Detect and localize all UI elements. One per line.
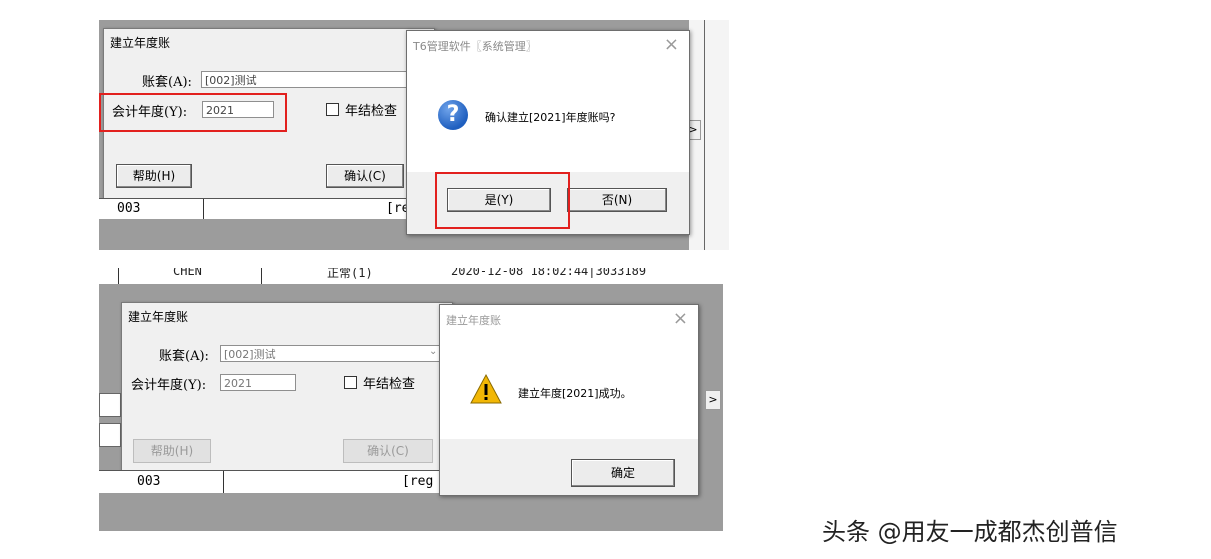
- table-row: 003 [re: [99, 198, 429, 219]
- question-icon: ?: [438, 100, 468, 130]
- year-check-label: 年结检查: [363, 377, 416, 392]
- message-text: 确认建立[2021]年度账吗?: [485, 111, 616, 124]
- background-window-border: [704, 20, 705, 250]
- year-highlight-box: [99, 93, 287, 132]
- top-screenshot: > 建立年度账 账套(A): [002]测试 会计年度(Y): 2021 年结检…: [99, 20, 729, 250]
- table-row: [99, 393, 121, 417]
- message-text: 建立年度[2021]成功。: [518, 387, 632, 400]
- table-divider: [203, 199, 204, 219]
- table-cell-id: 003: [117, 201, 141, 216]
- table-row: 003 [reg: [99, 470, 449, 493]
- strip-user: CHEN: [173, 268, 202, 278]
- account-select[interactable]: [002]测试: [201, 71, 434, 88]
- dialog-title: 建立年度账: [110, 36, 171, 50]
- account-label: 账套(A):: [142, 75, 192, 90]
- table-divider: [223, 471, 224, 493]
- year-check-checkbox[interactable]: [326, 103, 339, 116]
- message-title: T6管理软件〖系统管理〗: [413, 40, 537, 53]
- strip-datetime: 2020-12-08 18:02:44|3033189: [451, 268, 647, 278]
- warning-icon: [470, 373, 502, 404]
- create-year-account-dialog: 建立年度账 账套(A): [002]测试 ⌄ 会计年度(Y): 2021 年结检…: [121, 302, 453, 472]
- help-button[interactable]: 帮助(H): [116, 164, 192, 188]
- table-cell-name: [reg: [402, 474, 434, 489]
- watermark-text: 头条 @用友一成都杰创普信: [822, 518, 1118, 546]
- year-check-checkbox[interactable]: [344, 376, 357, 389]
- year-check-label: 年结检查: [345, 104, 398, 119]
- message-title: 建立年度账: [446, 314, 501, 327]
- confirm-button[interactable]: 确认(C): [343, 439, 433, 463]
- help-button[interactable]: 帮助(H): [133, 439, 211, 463]
- strip-status: 正常(1): [327, 268, 373, 280]
- success-message-box: 建立年度账 × 建立年度[2021]成功。 确定: [439, 304, 699, 496]
- strip-divider: [118, 268, 119, 284]
- account-select[interactable]: [002]测试: [220, 345, 440, 362]
- dialog-title: 建立年度账: [128, 310, 189, 324]
- close-icon[interactable]: ×: [673, 308, 688, 329]
- table-row: [99, 423, 121, 447]
- year-label: 会计年度(Y):: [131, 378, 207, 393]
- close-icon[interactable]: ×: [664, 34, 679, 55]
- bottom-screenshot: CHEN 正常(1) 2020-12-08 18:02:44|3033189 >…: [99, 268, 723, 531]
- background-header-strip: CHEN 正常(1) 2020-12-08 18:02:44|3033189: [99, 268, 723, 284]
- confirm-message-box: T6管理软件〖系统管理〗 × ? 确认建立[2021]年度账吗? 是(Y) 否(…: [406, 30, 690, 235]
- yes-highlight-box: [435, 172, 570, 229]
- chevron-down-icon: ⌄: [429, 346, 438, 357]
- table-cell-id: 003: [137, 474, 161, 489]
- no-button[interactable]: 否(N): [567, 188, 667, 212]
- year-input[interactable]: 2021: [220, 374, 296, 391]
- confirm-button[interactable]: 确认(C): [326, 164, 404, 188]
- account-label: 账套(A):: [159, 349, 209, 364]
- ok-button[interactable]: 确定: [571, 459, 675, 487]
- scroll-right-button[interactable]: >: [705, 390, 721, 410]
- strip-divider: [261, 268, 262, 284]
